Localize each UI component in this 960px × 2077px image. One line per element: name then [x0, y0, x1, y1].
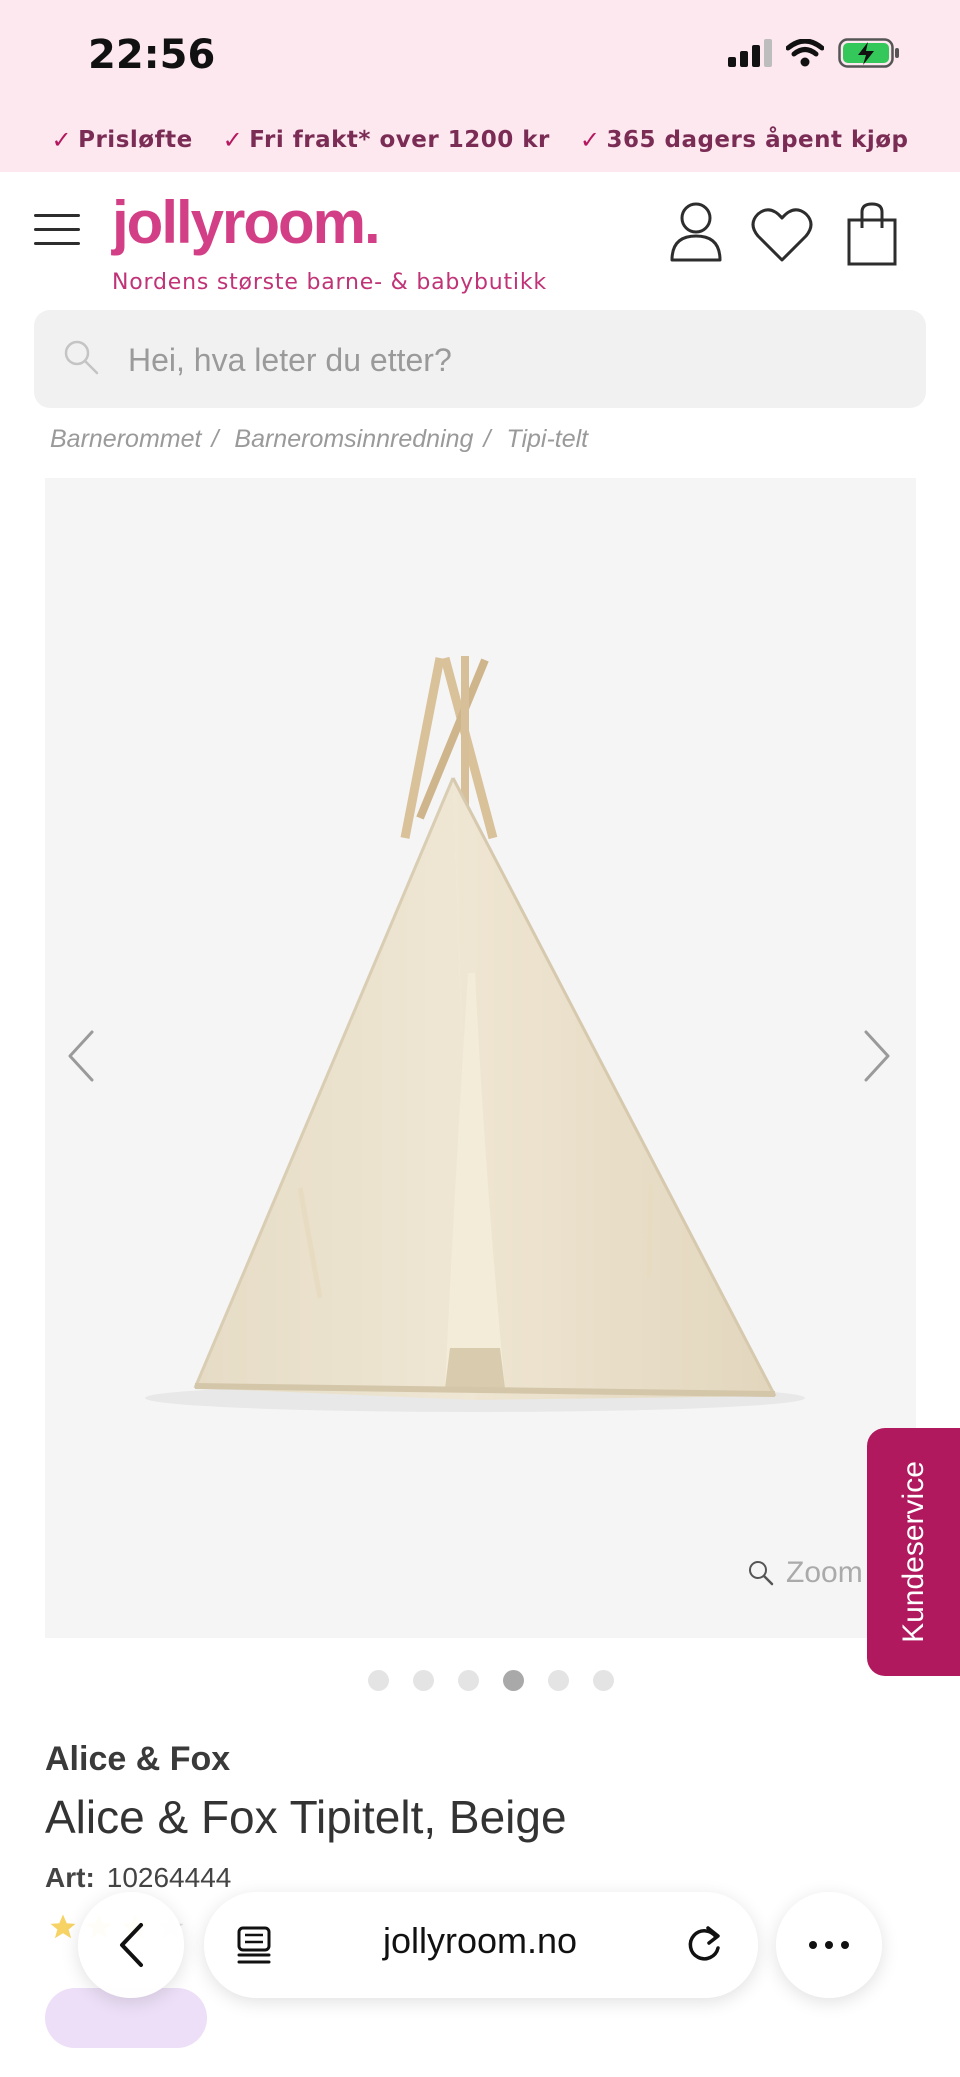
gallery-dot[interactable] [548, 1670, 569, 1691]
gallery-dot[interactable] [413, 1670, 434, 1691]
account-icon[interactable] [668, 200, 724, 262]
product-title: Alice & Fox Tipitelt, Beige [45, 1791, 567, 1843]
usp-item: ✓ Prisløfte [52, 126, 193, 154]
article-number: Art: 10264444 [45, 1862, 231, 1894]
more-options-button[interactable] [776, 1892, 882, 1998]
article-value: 10264444 [106, 1862, 232, 1893]
browser-back-button[interactable] [78, 1892, 184, 1998]
star-icon [50, 1914, 76, 1939]
zoom-magnifier-icon [749, 1561, 774, 1586]
breadcrumb-separator: / [483, 425, 491, 453]
previous-image-arrow-icon[interactable] [66, 1030, 96, 1082]
product-image-gallery[interactable] [45, 478, 916, 1638]
usp-bar: ✓ Prisløfte ✓ Fri frakt* over 1200 kr ✓ … [0, 126, 960, 154]
chevron-left-icon [120, 1923, 143, 1967]
gallery-dot[interactable] [593, 1670, 614, 1691]
zoom-button[interactable]: Zoom [748, 1556, 863, 1590]
hamburger-menu-icon[interactable] [34, 214, 80, 248]
browser-url[interactable]: jollyroom.no [290, 1920, 670, 1962]
breadcrumb-item-barnerommet[interactable]: Barnerommet [50, 425, 201, 454]
breadcrumb-separator: / [211, 425, 219, 453]
product-image-teepee [145, 656, 805, 1412]
tabs-icon[interactable] [234, 1925, 274, 1965]
status-time: 22:56 [88, 32, 216, 78]
product-brand[interactable]: Alice & Fox [45, 1740, 230, 1779]
search-input[interactable] [128, 330, 888, 390]
article-label: Art: [45, 1862, 95, 1893]
tagline: Nordens største barne- & babybutikk [112, 270, 547, 295]
search-icon [64, 340, 99, 375]
check-icon: ✓ [579, 126, 601, 154]
usp-item: ✓ 365 dagers åpent kjøp [580, 126, 909, 154]
gallery-dot[interactable] [368, 1670, 389, 1691]
status-icons [728, 38, 900, 68]
shopping-bag-icon[interactable] [846, 202, 898, 266]
dot [809, 1941, 817, 1949]
usp-label: Prisløfte [78, 127, 193, 153]
reload-icon[interactable] [682, 1924, 726, 1968]
zoom-label: Zoom [786, 1556, 863, 1589]
usp-label: Fri frakt* over 1200 kr [249, 127, 550, 153]
gallery-dot[interactable] [458, 1670, 479, 1691]
next-image-arrow-icon[interactable] [862, 1030, 892, 1082]
usp-item: ✓ Fri frakt* over 1200 kr [223, 126, 550, 154]
dot [825, 1941, 833, 1949]
check-icon: ✓ [222, 126, 244, 154]
dot [841, 1941, 849, 1949]
kundeservice-tab[interactable]: Kundeservice [867, 1428, 960, 1676]
heart-icon[interactable] [750, 206, 814, 264]
kundeservice-label: Kundeservice [896, 1461, 930, 1643]
gallery-dot-active[interactable] [503, 1670, 524, 1691]
gallery-pagination [368, 1670, 614, 1691]
usp-label: 365 dagers åpent kjøp [606, 127, 909, 153]
check-icon: ✓ [51, 126, 73, 154]
signal-icon [728, 39, 772, 67]
logo[interactable]: jollyroom. [112, 188, 381, 257]
battery-icon [838, 38, 899, 68]
breadcrumb-item-tipi-telt[interactable]: Tipi-telt [506, 425, 588, 454]
wifi-icon [786, 39, 824, 67]
breadcrumb: Barnerommet / Barneromsinnredning / Tipi-t… [50, 425, 588, 454]
breadcrumb-item-barneromsinnredning[interactable]: Barneromsinnredning [234, 425, 473, 454]
